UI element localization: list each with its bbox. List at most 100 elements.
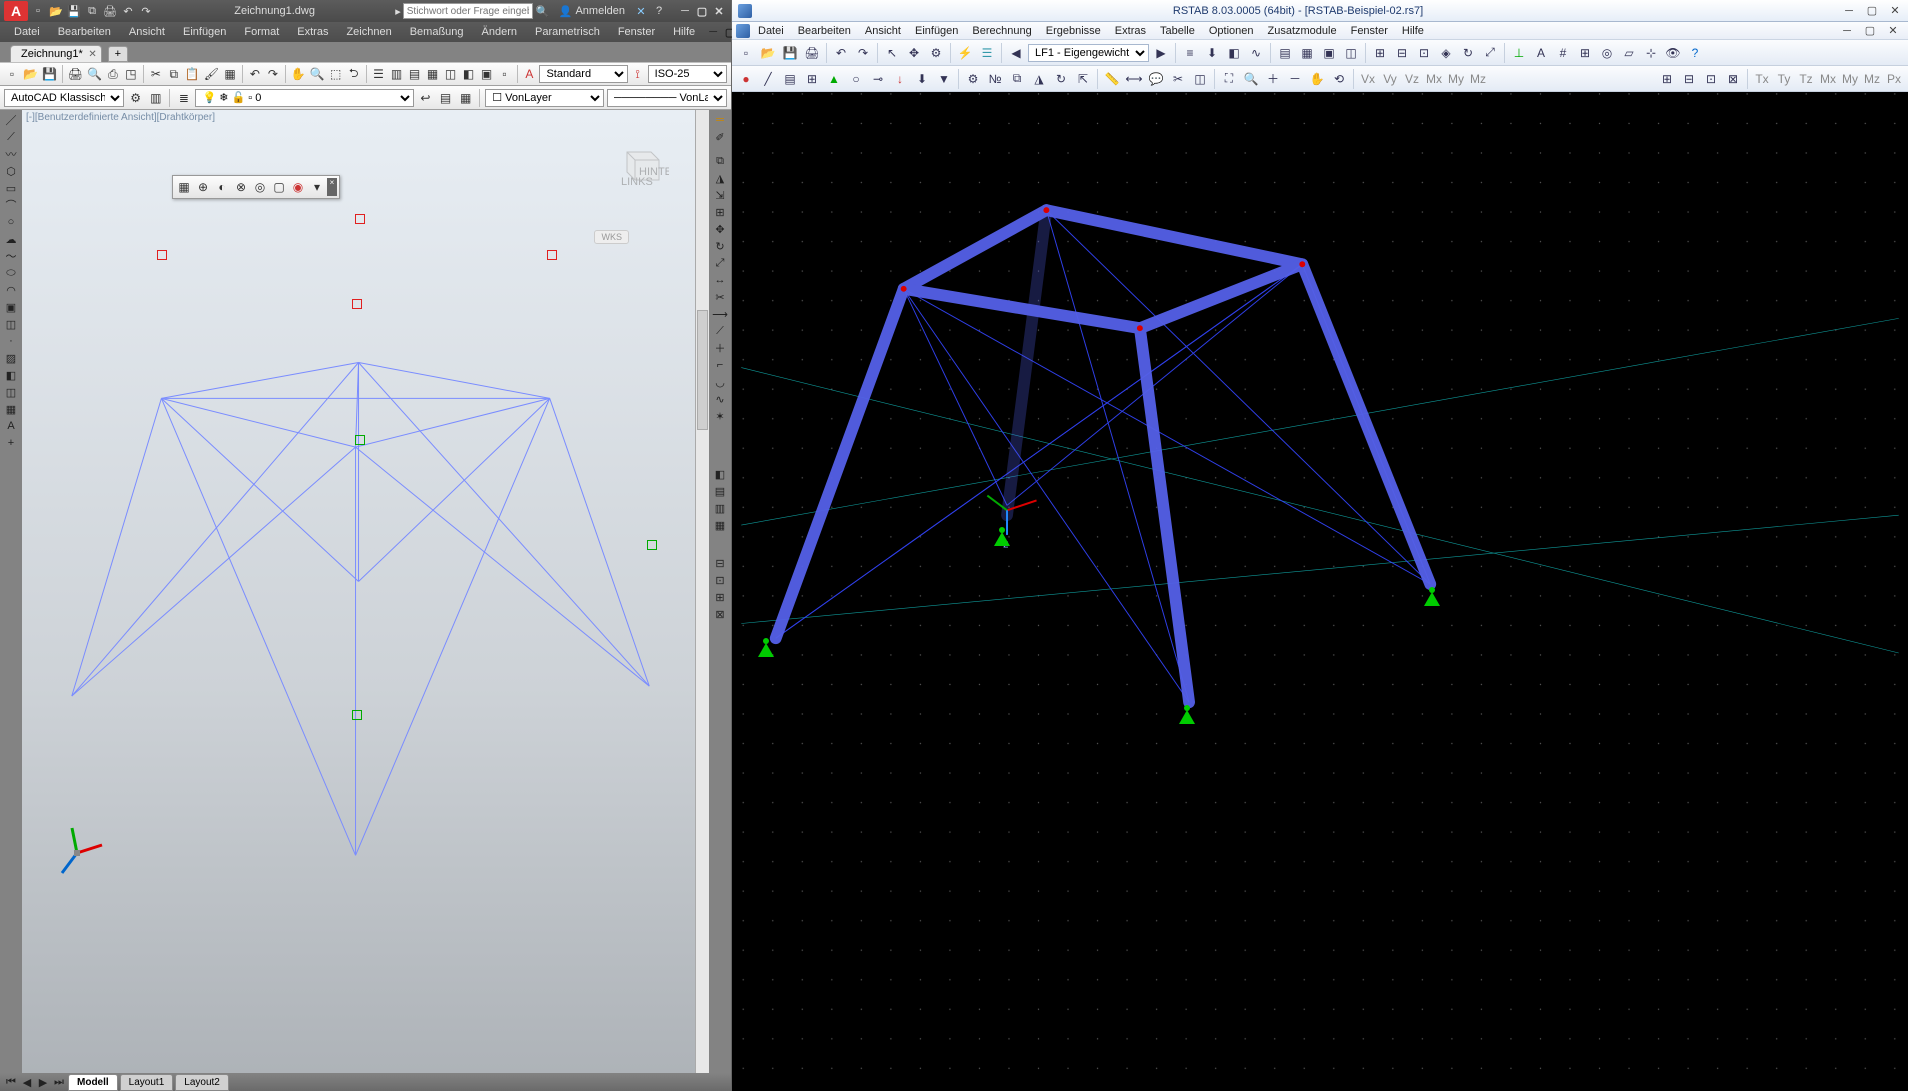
view-xz-icon[interactable]: ⊟ bbox=[1392, 43, 1412, 63]
palette1-icon[interactable]: ▤ bbox=[711, 483, 729, 499]
view-xy-icon[interactable]: ⊞ bbox=[1370, 43, 1390, 63]
display-icon[interactable]: 👁 bbox=[1663, 43, 1683, 63]
mz2-icon[interactable]: Mz bbox=[1862, 69, 1882, 89]
explode-icon[interactable]: ✶ bbox=[711, 408, 729, 424]
signin-button[interactable]: 👤Anmelden bbox=[559, 5, 625, 18]
linetype-combo[interactable]: ──────── VonLayer bbox=[607, 89, 727, 107]
grid-icon[interactable]: ⊞ bbox=[1575, 43, 1595, 63]
view-rotate-icon[interactable]: ↻ bbox=[1458, 43, 1478, 63]
node-icon[interactable] bbox=[547, 250, 557, 260]
restore-icon[interactable]: ▢ bbox=[694, 4, 710, 18]
vs-shaded-edges-icon[interactable]: ◉ bbox=[289, 178, 307, 196]
tab-model[interactable]: Modell bbox=[68, 1074, 118, 1091]
vs-manage-icon[interactable]: ▾ bbox=[308, 178, 326, 196]
my2-icon[interactable]: My bbox=[1840, 69, 1860, 89]
view-yz-icon[interactable]: ⊡ bbox=[1414, 43, 1434, 63]
workplane-icon[interactable]: ▱ bbox=[1619, 43, 1639, 63]
annotation-scale-icon[interactable]: A bbox=[521, 65, 537, 83]
last-tab-icon[interactable]: ⏭ bbox=[52, 1075, 66, 1089]
new-icon[interactable]: ▫ bbox=[4, 65, 20, 83]
load-icon[interactable]: ↓ bbox=[890, 69, 910, 89]
qp-icon[interactable]: ◧ bbox=[461, 65, 477, 83]
doc-tab-close-icon[interactable]: ✕ bbox=[88, 49, 96, 60]
redo-icon[interactable]: ↷ bbox=[138, 3, 154, 19]
tx-icon[interactable]: Tx bbox=[1752, 69, 1772, 89]
f2-icon[interactable]: ⊟ bbox=[1679, 69, 1699, 89]
workspace-save-icon[interactable]: ▥ bbox=[147, 89, 164, 107]
tool-palette-icon[interactable]: ▤ bbox=[407, 65, 423, 83]
erase-icon[interactable]: ✐ bbox=[711, 129, 729, 145]
acad-viewport[interactable]: [-][Benutzerdefinierte Ansicht][Drahtkör… bbox=[22, 110, 709, 1073]
scroll-thumb[interactable] bbox=[697, 310, 708, 430]
tab-layout1[interactable]: Layout1 bbox=[120, 1074, 174, 1091]
vs-hidden-icon[interactable]: ◐ bbox=[213, 178, 231, 196]
new-tab-button[interactable]: + bbox=[108, 46, 128, 62]
labels-icon[interactable]: A bbox=[1531, 43, 1551, 63]
vs-realistic-icon[interactable]: ⊗ bbox=[232, 178, 250, 196]
palette2-icon[interactable]: ▥ bbox=[711, 500, 729, 516]
revcloud-icon[interactable]: ☁ bbox=[2, 231, 20, 247]
snap-icon[interactable]: ◎ bbox=[1597, 43, 1617, 63]
trim-icon[interactable]: ✂ bbox=[711, 289, 729, 305]
menu-ansicht[interactable]: Ansicht bbox=[121, 24, 173, 40]
block-icon[interactable]: ▦ bbox=[222, 65, 238, 83]
mdi-minimize-icon[interactable]: ─ bbox=[1836, 23, 1858, 39]
node-foot-icon[interactable] bbox=[352, 710, 362, 720]
node-foot-icon[interactable] bbox=[355, 435, 365, 445]
menu-extras[interactable]: Extras bbox=[1109, 24, 1152, 38]
restore-icon[interactable]: ▢ bbox=[1861, 3, 1883, 19]
redo-icon[interactable]: ↷ bbox=[853, 43, 873, 63]
scale-icon[interactable]: ⤢ bbox=[711, 255, 729, 271]
drawcompare-icon[interactable]: ◧ bbox=[711, 466, 729, 482]
menu-zusatzmodule[interactable]: Zusatzmodule bbox=[1262, 24, 1343, 38]
ucs-icon[interactable] bbox=[52, 823, 107, 878]
rstab-viewport[interactable]: z bbox=[732, 92, 1908, 1091]
node-icon[interactable] bbox=[157, 250, 167, 260]
gear-icon[interactable]: ⚙ bbox=[127, 89, 144, 107]
copy-obj-icon[interactable]: ⧉ bbox=[1007, 69, 1027, 89]
close-icon[interactable]: ✕ bbox=[711, 4, 727, 18]
support-icon[interactable] bbox=[990, 524, 1014, 548]
vs-3dwire-icon[interactable]: ⊕ bbox=[194, 178, 212, 196]
minimize-icon[interactable]: ─ bbox=[677, 4, 693, 18]
menu-hilfe[interactable]: Hilfe bbox=[665, 24, 703, 40]
hatch-icon[interactable]: ▨ bbox=[2, 350, 20, 366]
sel-icon[interactable]: ▫ bbox=[497, 65, 513, 83]
paste-icon[interactable]: 📋 bbox=[184, 65, 201, 83]
vy-icon[interactable]: Vy bbox=[1380, 69, 1400, 89]
axis-icon[interactable]: ⊥ bbox=[1509, 43, 1529, 63]
vs-2dwire-icon[interactable]: ▦ bbox=[175, 178, 193, 196]
move-icon[interactable]: ✥ bbox=[711, 221, 729, 237]
load-line-icon[interactable]: ⬇ bbox=[912, 69, 932, 89]
ellipse-icon[interactable]: ⬭ bbox=[2, 265, 20, 281]
mdi-minimize-icon[interactable]: ─ bbox=[705, 25, 721, 39]
open-icon[interactable]: 📂 bbox=[758, 43, 778, 63]
open-icon[interactable]: 📂 bbox=[22, 65, 39, 83]
load-nav-next-icon[interactable]: ▶ bbox=[1151, 43, 1171, 63]
color-combo[interactable]: ☐ VonLayer bbox=[485, 89, 604, 107]
properties-icon[interactable]: ☰ bbox=[371, 65, 387, 83]
lc-manager-icon[interactable]: ≡ bbox=[1180, 43, 1200, 63]
tab-layout2[interactable]: Layout2 bbox=[175, 1074, 229, 1091]
open-icon[interactable]: 📂 bbox=[48, 3, 64, 19]
node-icon[interactable] bbox=[355, 214, 365, 224]
search-icon[interactable]: 🔍 bbox=[535, 3, 551, 19]
print-icon[interactable]: 🖨 bbox=[67, 65, 84, 83]
layer-combo[interactable]: 💡 ❄ 🔓 ▫ 0 bbox=[195, 89, 413, 107]
menu-tabelle[interactable]: Tabelle bbox=[1154, 24, 1201, 38]
save-icon[interactable]: 💾 bbox=[66, 3, 82, 19]
menu-optionen[interactable]: Optionen bbox=[1203, 24, 1260, 38]
extend-icon[interactable]: ⟶ bbox=[711, 306, 729, 322]
show-loads-icon[interactable]: ⬇ bbox=[1202, 43, 1222, 63]
view-free-icon[interactable]: ⤢ bbox=[1480, 43, 1500, 63]
f4-icon[interactable]: ⊠ bbox=[1723, 69, 1743, 89]
num-icon[interactable]: # bbox=[1553, 43, 1573, 63]
menu-extras[interactable]: Extras bbox=[289, 24, 336, 40]
exchange-icon[interactable]: ✕ bbox=[633, 3, 649, 19]
array-icon[interactable]: ⊞ bbox=[711, 204, 729, 220]
insert-icon[interactable]: ▣ bbox=[2, 299, 20, 315]
mz-icon[interactable]: Mz bbox=[1468, 69, 1488, 89]
calc-icon[interactable]: ▦ bbox=[425, 65, 441, 83]
doc-tab[interactable]: Zeichnung1* ✕ bbox=[10, 45, 102, 62]
make-block-icon[interactable]: ◫ bbox=[2, 316, 20, 332]
